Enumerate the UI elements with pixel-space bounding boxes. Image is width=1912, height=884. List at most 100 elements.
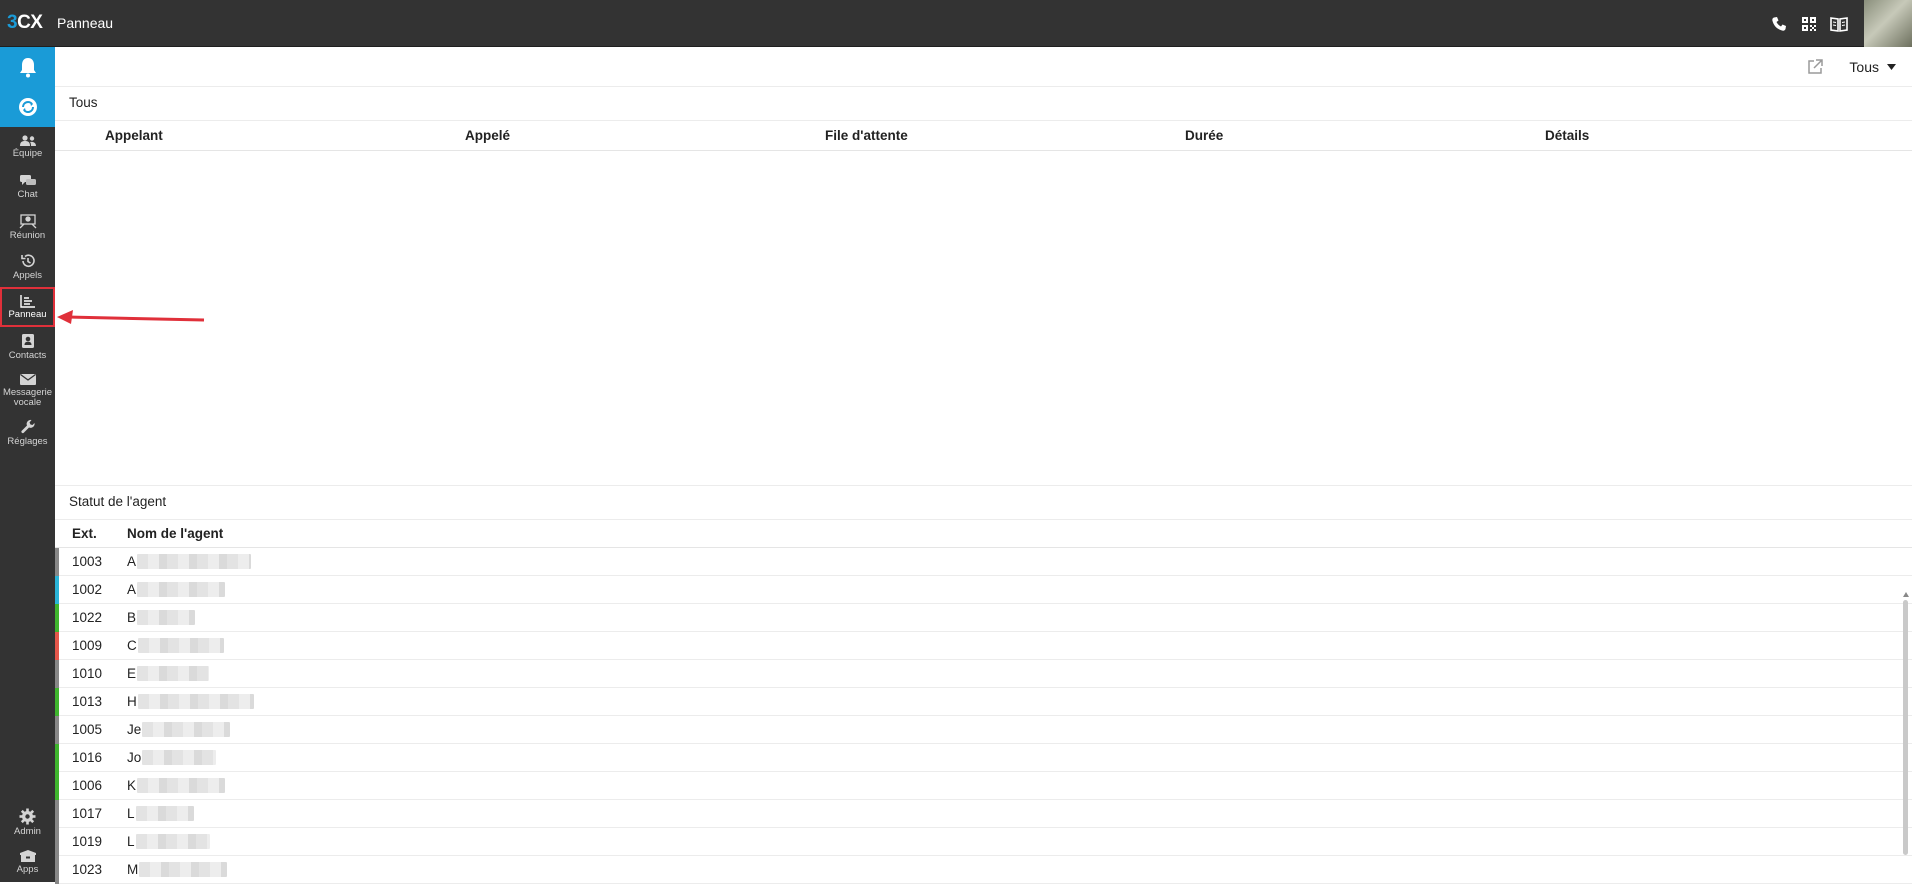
table-row[interactable]: 1003 A <box>55 548 1912 576</box>
column-details[interactable]: Détails <box>1545 128 1905 143</box>
sidebar-item-chat[interactable]: Chat <box>0 167 55 207</box>
redacted-name <box>139 862 228 877</box>
gear-icon <box>19 808 36 824</box>
agent-name: B <box>127 610 196 625</box>
agent-name-initial: C <box>127 638 137 653</box>
qr-code-icon[interactable] <box>1794 0 1824 47</box>
agent-status-indicator <box>55 716 59 744</box>
table-row[interactable]: 1002 A <box>55 576 1912 604</box>
agent-name-initial: K <box>127 778 137 793</box>
sidebar-item-calls[interactable]: Appels <box>0 247 55 287</box>
agent-extension: 1006 <box>72 778 103 793</box>
agent-extension: 1016 <box>72 750 103 765</box>
redacted-name <box>135 806 194 821</box>
agent-status-indicator <box>55 688 59 716</box>
column-agent-name[interactable]: Nom de l'agent <box>127 526 223 541</box>
envelope-icon <box>19 373 36 385</box>
agent-name: L <box>127 806 194 821</box>
sidebar-item-contacts[interactable]: Contacts <box>0 327 55 367</box>
agent-name-initial: Je <box>127 722 142 737</box>
apps-box-icon <box>19 850 36 862</box>
notifications-button[interactable] <box>0 47 55 87</box>
agent-extension: 1017 <box>72 806 103 821</box>
agent-status-indicator <box>55 772 59 800</box>
agent-status-indicator <box>55 660 59 688</box>
redacted-name <box>137 666 210 681</box>
table-row[interactable]: 1005 Je <box>55 716 1912 744</box>
sidebar-item-settings[interactable]: Réglages <box>0 413 55 453</box>
agent-name: A <box>127 554 252 569</box>
main-panel: Tous Tous Appelant Appelé File d'attente… <box>55 47 1912 884</box>
calls-table-header: Appelant Appelé File d'attente Durée Dét… <box>55 121 1912 151</box>
avatar[interactable] <box>1864 0 1912 47</box>
agent-extension: 1019 <box>72 834 103 849</box>
table-row[interactable]: 1017 L <box>55 800 1912 828</box>
agent-name: Je <box>127 722 231 737</box>
table-row[interactable]: 1013 H <box>55 688 1912 716</box>
bell-icon <box>19 58 36 78</box>
agent-name: A <box>127 582 226 597</box>
sidebar-item-admin[interactable]: Admin <box>0 802 55 842</box>
agents-table-body: 1003 A 1002 A 1022 B 1009 C 1010 E 1013 H 1005 Je 1016… <box>55 548 1912 884</box>
agent-status-indicator <box>55 576 59 604</box>
agent-name: L <box>127 834 210 849</box>
agent-name-initial: E <box>127 666 137 681</box>
page-title: Panneau <box>57 15 114 31</box>
book-icon[interactable] <box>1824 0 1854 47</box>
sidebar-item-team[interactable]: Équipe <box>0 127 55 167</box>
agent-status-indicator <box>55 744 59 772</box>
column-ext[interactable]: Ext. <box>55 526 127 541</box>
table-row[interactable]: 1006 K <box>55 772 1912 800</box>
agent-name: H <box>127 694 254 709</box>
sidebar-bottom: Admin Apps <box>0 802 55 882</box>
scroll-up-arrow[interactable] <box>1903 592 1909 597</box>
redacted-name <box>137 610 196 625</box>
team-icon <box>19 135 36 146</box>
agents-table-header: Ext. Nom de l'agent <box>55 520 1912 548</box>
annotation-arrow <box>57 310 205 324</box>
sidebar-item-apps[interactable]: Apps <box>0 842 55 882</box>
agent-extension: 1022 <box>72 610 103 625</box>
column-callee[interactable]: Appelé <box>465 128 825 143</box>
agent-status-indicator <box>55 800 59 828</box>
agent-extension: 1013 <box>72 694 103 709</box>
column-queue[interactable]: File d'attente <box>825 128 1185 143</box>
agent-status-indicator <box>55 828 59 856</box>
calls-section-title: Tous <box>55 87 1912 121</box>
agent-extension: 1003 <box>72 554 103 569</box>
refresh-status-icon <box>18 98 37 116</box>
sidebar: Équipe Chat Réunion Appels Panneau Conta… <box>0 47 55 882</box>
column-duration[interactable]: Durée <box>1185 128 1545 143</box>
table-row[interactable]: 1023 M <box>55 856 1912 884</box>
agent-name: M <box>127 862 228 877</box>
agent-name-initial: H <box>127 694 137 709</box>
redacted-name <box>142 722 231 737</box>
table-row[interactable]: 1019 L <box>55 828 1912 856</box>
sidebar-item-panel[interactable]: Panneau <box>0 287 55 327</box>
agents-scrollbar[interactable] <box>1903 600 1908 855</box>
agent-name: C <box>127 638 224 653</box>
agent-name-initial: A <box>127 554 137 569</box>
agent-extension: 1009 <box>72 638 103 653</box>
sidebar-item-meeting[interactable]: Réunion <box>0 207 55 247</box>
status-button[interactable] <box>0 87 55 127</box>
history-icon <box>20 254 35 267</box>
app-logo[interactable]: 3CX <box>0 12 55 34</box>
table-row[interactable]: 1016 Jo <box>55 744 1912 772</box>
table-row[interactable]: 1022 B <box>55 604 1912 632</box>
contacts-icon <box>21 334 34 348</box>
agent-status-indicator <box>55 548 59 576</box>
table-row[interactable]: 1009 C <box>55 632 1912 660</box>
queue-filter-dropdown[interactable]: Tous <box>1849 59 1896 75</box>
chat-icon <box>19 175 36 185</box>
phone-icon[interactable] <box>1764 0 1794 47</box>
redacted-name <box>137 778 226 793</box>
redacted-name <box>137 694 254 709</box>
sidebar-item-voicemail[interactable]: Messagerie vocale <box>0 367 55 413</box>
popout-icon[interactable] <box>1806 58 1824 81</box>
redacted-name <box>137 582 226 597</box>
table-row[interactable]: 1010 E <box>55 660 1912 688</box>
top-actions <box>1764 0 1912 47</box>
column-caller[interactable]: Appelant <box>105 128 465 143</box>
redacted-name <box>137 638 224 653</box>
